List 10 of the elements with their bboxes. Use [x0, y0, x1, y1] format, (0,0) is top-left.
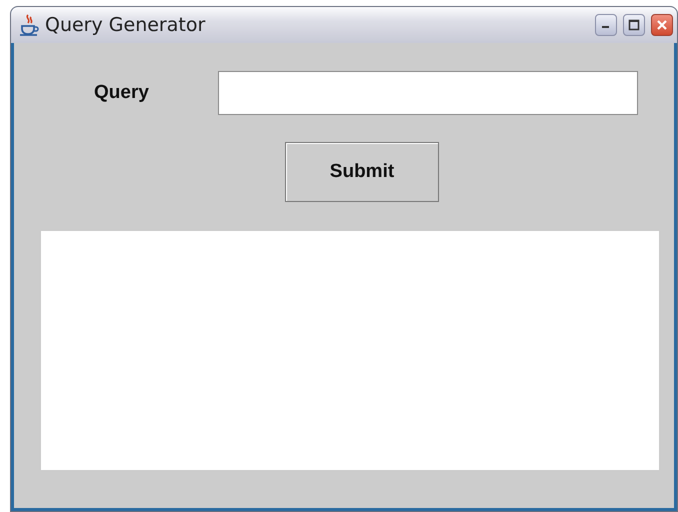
- close-button[interactable]: [651, 14, 673, 36]
- query-field[interactable]: [218, 71, 638, 115]
- minimize-button[interactable]: [595, 14, 617, 36]
- query-label: Query: [93, 82, 150, 104]
- coffee-cup-icon: [19, 13, 39, 37]
- maximize-icon: [628, 19, 640, 31]
- window-title: Query Generator: [45, 14, 206, 36]
- submit-button[interactable]: Submit: [285, 142, 439, 202]
- maximize-button[interactable]: [623, 14, 645, 36]
- close-icon: [656, 19, 668, 31]
